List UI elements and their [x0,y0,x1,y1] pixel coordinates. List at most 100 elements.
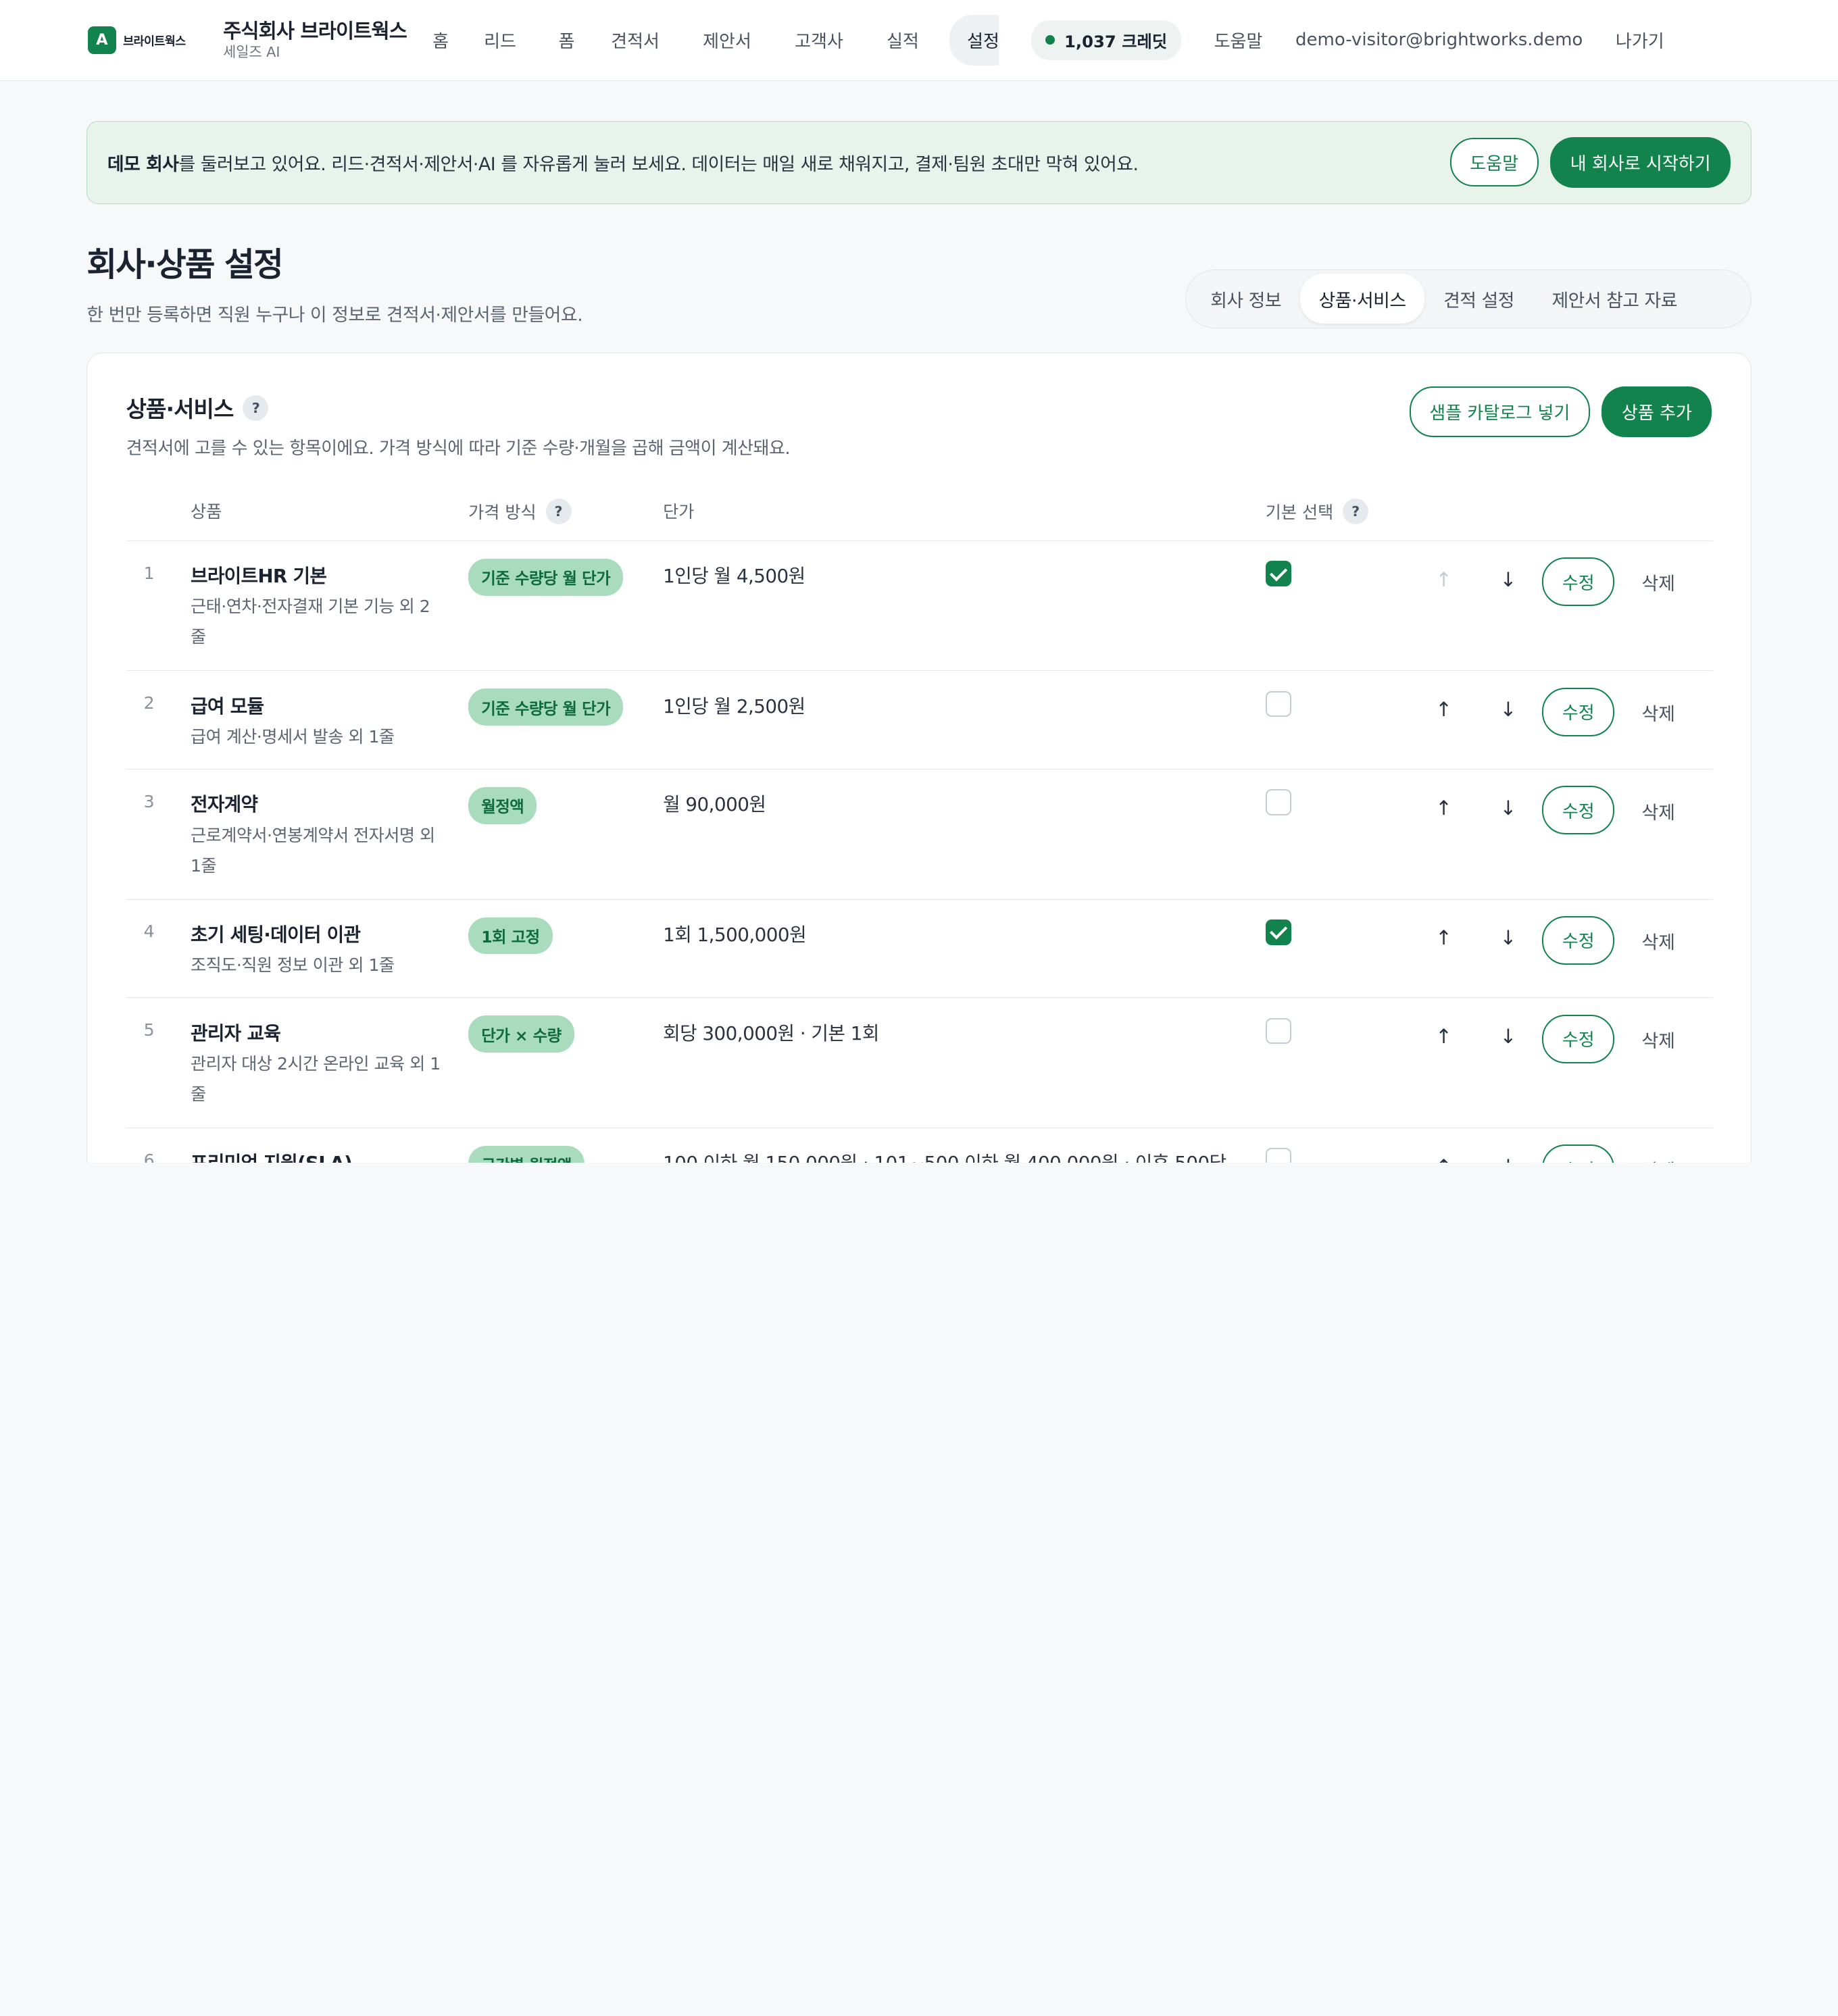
row-number: 2 [143,693,155,713]
table-header: 상품 가격 방식? 단가 기본 선택? [126,494,1714,541]
move-up-icon[interactable]: ↑ [1435,926,1452,949]
default-checkbox[interactable] [1265,1017,1291,1044]
delete-button[interactable]: 삭제 [1642,699,1675,726]
tab-proposal-references[interactable]: 제안서 참고 자료 [1533,274,1696,324]
nav-performance[interactable]: 실적 [887,28,919,53]
nav-leads[interactable]: 리드 [484,28,516,53]
exit-link[interactable]: 나가기 [1616,28,1664,53]
move-down-icon[interactable]: ↓ [1500,1025,1517,1048]
row-number: 3 [143,791,155,811]
default-checkbox[interactable] [1265,561,1291,587]
delete-button[interactable]: 삭제 [1642,798,1675,824]
start-own-company-button[interactable]: 내 회사로 시작하기 [1550,136,1731,188]
logo[interactable]: A 브라이트웍스 [88,26,186,55]
banner-bold: 데모 회사 [107,153,179,175]
nav-help[interactable]: 도움말 [1214,28,1263,53]
unit-price: 1회 1,500,000원 [663,923,807,946]
delete-button[interactable]: 삭제 [1642,928,1675,954]
move-up-icon[interactable]: ↑ [1435,568,1452,591]
product-description: 관리자 대상 2시간 온라인 교육 외 1줄 [191,1053,441,1104]
delete-button[interactable]: 삭제 [1642,569,1675,595]
row-number: 6 [143,1150,155,1163]
table-row: 5 관리자 교육 관리자 대상 2시간 온라인 교육 외 1줄 단가 × 수량 … [126,998,1714,1128]
move-up-icon[interactable]: ↑ [1435,797,1452,820]
move-up-icon[interactable]: ↑ [1435,1025,1452,1048]
product-name: 관리자 교육 [191,1022,281,1044]
pricing-badge: 기준 수량당 월 단가 [468,688,624,726]
product-name: 초기 세팅·데이터 이관 [191,923,361,946]
help-icon[interactable]: ? [1343,499,1369,525]
move-down-icon[interactable]: ↓ [1500,698,1517,721]
company-switcher[interactable]: 주식회사 브라이트웍스 세일즈 AI [223,20,407,60]
edit-button[interactable]: 수정 [1542,1014,1615,1063]
page: A 브라이트웍스 주식회사 브라이트웍스 세일즈 AI 홈 리드 폼 견적서 제… [0,0,1838,1163]
nav-customers[interactable]: 고객사 [795,28,843,53]
sample-catalog-button[interactable]: 샘플 카탈로그 넣기 [1409,386,1591,437]
product-name: 브라이트HR 기본 [191,565,327,588]
nav-forms[interactable]: 폼 [558,28,574,53]
banner-help-button[interactable]: 도움말 [1449,138,1539,187]
default-checkbox[interactable] [1265,789,1291,815]
move-down-icon[interactable]: ↓ [1500,797,1517,820]
row-number: 5 [143,1020,155,1040]
page-subtitle: 한 번만 등록하면 직원 누구나 이 정보로 견적서·제안서를 만들어요. [86,305,583,326]
tab-company-info[interactable]: 회사 정보 [1191,274,1299,324]
card-title-text: 상품·서비스 [126,396,234,423]
move-up-icon[interactable]: ↑ [1435,698,1452,721]
table-row: 2 급여 모듈 급여 계산·명세서 발송 외 1줄 기준 수량당 월 단가 1인… [126,671,1714,770]
credit-badge[interactable]: 1,037 크레딧 [1031,20,1182,60]
tab-products-services[interactable]: 상품·서비스 [1299,274,1425,324]
move-down-icon[interactable]: ↓ [1500,568,1517,591]
column-unit-price: 단가 [663,499,694,523]
move-down-icon[interactable]: ↓ [1500,1155,1517,1163]
nav-settings[interactable]: 설정 [949,14,999,66]
column-default: 기본 선택? [1265,499,1369,525]
unit-price: 100 이하 월 150,000원 · 101~500 이하 월 400,000… [663,1148,1226,1163]
default-checkbox[interactable] [1265,690,1291,717]
move-up-icon[interactable]: ↑ [1435,1155,1452,1163]
edit-button[interactable]: 수정 [1542,915,1615,965]
tab-quote-settings[interactable]: 견적 설정 [1424,274,1533,324]
table-row: 3 전자계약 근로계약서·연봉계약서 전자서명 외 1줄 월정액 월 90,00… [126,770,1714,900]
table-row: 6 프리미엄 지원(SLA) 구간별 월정액 100 이하 월 150,000원… [126,1128,1714,1163]
table-row: 4 초기 세팅·데이터 이관 조직도·직원 정보 이관 외 1줄 1회 고정 1… [126,900,1714,999]
add-product-button[interactable]: 상품 추가 [1601,386,1712,437]
default-checkbox[interactable] [1265,919,1291,946]
company-sub: 세일즈 AI [223,43,280,60]
delete-button[interactable]: 삭제 [1642,1156,1675,1162]
column-pricing: 가격 방식? [468,499,572,525]
column-pricing-label: 가격 방식 [468,503,537,523]
status-dot-icon [1045,35,1055,45]
page-title: 회사·상품 설정 [86,246,283,284]
nav-quotes[interactable]: 견적서 [611,28,660,53]
product-name: 전자계약 [191,793,258,816]
card-subtitle: 견적서에 고를 수 있는 항목이에요. 가격 방식에 따라 기준 수량·개월을 … [126,438,791,459]
product-description: 조직도·직원 정보 이관 외 1줄 [191,955,395,976]
nav-proposals[interactable]: 제안서 [703,28,751,53]
row-number: 1 [143,563,155,583]
banner-message: 데모 회사를 둘러보고 있어요. 리드·견적서·제안서·AI 를 자유롭게 눌러… [107,149,1450,176]
edit-button[interactable]: 수정 [1542,1144,1615,1163]
nav-home[interactable]: 홈 [432,28,449,53]
pricing-badge: 기준 수량당 월 단가 [468,558,624,596]
unit-price: 월 90,000원 [663,793,766,816]
credit-count: 1,037 크레딧 [1064,31,1168,51]
account-email[interactable]: demo-visitor@brightworks.demo [1295,30,1583,50]
banner-text: 를 둘러보고 있어요. 리드·견적서·제안서·AI 를 자유롭게 눌러 보세요.… [178,153,1139,175]
column-product-label: 상품 [191,502,222,522]
settings-tabs: 회사 정보 상품·서비스 견적 설정 제안서 참고 자료 [1185,269,1752,328]
company-name: 주식회사 브라이트웍스 [223,19,407,43]
help-icon[interactable]: ? [243,395,269,421]
column-default-label: 기본 선택 [1265,503,1334,523]
move-down-icon[interactable]: ↓ [1500,926,1517,949]
help-icon[interactable]: ? [545,499,572,525]
product-description: 급여 계산·명세서 발송 외 1줄 [191,726,395,747]
delete-button[interactable]: 삭제 [1642,1026,1675,1053]
edit-button[interactable]: 수정 [1542,786,1615,835]
pricing-badge: 구간별 월정액 [468,1145,585,1163]
top-nav: A 브라이트웍스 주식회사 브라이트웍스 세일즈 AI 홈 리드 폼 견적서 제… [0,0,1838,81]
edit-button[interactable]: 수정 [1542,687,1615,736]
default-checkbox[interactable] [1265,1148,1291,1163]
column-unit-price-label: 단가 [663,502,695,522]
edit-button[interactable]: 수정 [1542,557,1615,607]
